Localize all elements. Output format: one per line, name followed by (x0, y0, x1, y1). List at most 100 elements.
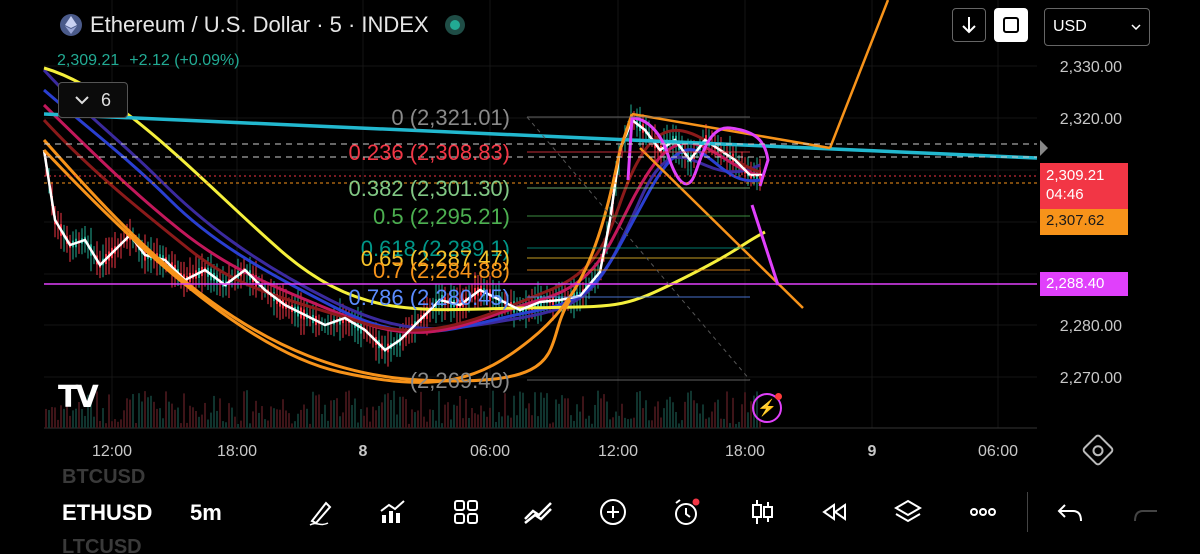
volume-bar (630, 418, 632, 428)
symbol-btcusd[interactable]: BTCUSD (62, 466, 145, 489)
volume-bar (111, 421, 113, 428)
axis-arrow-icon[interactable] (1040, 140, 1048, 156)
time-axis-label: 18:00 (725, 443, 765, 460)
volume-bar (243, 391, 245, 428)
volume-bar (402, 396, 404, 428)
volume-bar (93, 416, 95, 428)
volume-bar (378, 405, 380, 428)
volume-bar (105, 423, 107, 428)
volume-bar (567, 398, 569, 428)
volume-bar (522, 392, 524, 428)
undo-icon[interactable] (1052, 494, 1088, 530)
symbol-title[interactable]: Ethereum / U.S. Dollar · 5 · INDEX (60, 12, 465, 38)
volume-bar (624, 417, 626, 428)
volume-bar (651, 420, 653, 428)
volume-bar (513, 395, 515, 428)
timeframe-button[interactable]: 5m (190, 500, 222, 526)
redo-icon[interactable] (1128, 494, 1164, 530)
volume-bar (525, 408, 527, 428)
symbol-ltcusd[interactable]: LTCUSD (62, 536, 142, 554)
volume-bar (237, 423, 239, 428)
volume-bar (228, 403, 230, 428)
compare-icon[interactable] (520, 494, 556, 530)
templates-icon[interactable] (448, 494, 484, 530)
time-axis-label: 12:00 (92, 443, 132, 460)
volume-bar (339, 416, 341, 428)
volume-bar (204, 402, 206, 428)
volume-bar (369, 421, 371, 428)
volume-bar (432, 409, 434, 428)
volume-bar (687, 392, 689, 428)
chevron-down-icon (1131, 24, 1141, 30)
volume-bar (726, 391, 728, 428)
download-button[interactable] (952, 8, 986, 42)
volume-bar (57, 419, 59, 428)
volume-bar (303, 404, 305, 428)
volume-bar (693, 400, 695, 428)
time-axis-label: 18:00 (217, 443, 257, 460)
chart-type-icon[interactable] (744, 494, 780, 530)
volume-bar (564, 398, 566, 428)
volume-bar (462, 418, 464, 428)
price-chart[interactable]: 0 (2,321.01) 0.236 (2,308.83) 0.382 (2,301… (0, 0, 1200, 470)
volume-bar (450, 419, 452, 428)
volume-bar (399, 396, 401, 428)
volume-bar (507, 415, 509, 428)
volume-bar (501, 416, 503, 428)
volume-bar (408, 423, 410, 428)
volume-bar (498, 412, 500, 428)
volume-bar (558, 403, 560, 428)
volume-bar (117, 421, 119, 428)
volume-bar (84, 415, 86, 428)
volume-bar (510, 417, 512, 428)
volume-bar (153, 401, 155, 428)
volume-bar (177, 407, 179, 428)
volume-bar (744, 392, 746, 428)
volume-bar (393, 390, 395, 428)
fullscreen-icon (1003, 17, 1019, 33)
layers-icon[interactable] (890, 494, 926, 530)
volume-bar (735, 423, 737, 428)
volume-bar (678, 423, 680, 428)
volume-bar (579, 411, 581, 428)
symbol-ethusd[interactable]: ETHUSD (62, 500, 152, 526)
drawing-tools-icon[interactable] (303, 494, 339, 530)
volume-bar (546, 393, 548, 428)
volume-bar (213, 395, 215, 428)
volume-bar (279, 409, 281, 428)
more-icon[interactable] (965, 494, 1001, 530)
volume-bar (582, 396, 584, 428)
fib-level-label: (2,269.40) (410, 368, 510, 393)
volume-bar (648, 420, 650, 428)
price-axis-label: 2,320.00 (1060, 111, 1122, 128)
add-icon[interactable] (595, 494, 631, 530)
replay-icon[interactable] (817, 494, 853, 530)
volume-bar (315, 395, 317, 428)
volume-bar (246, 390, 248, 428)
fib-level-label: 0 (2,321.01) (391, 105, 510, 130)
volume-bar (159, 408, 161, 428)
fib-level-label: 0.5 (2,295.21) (373, 204, 510, 229)
volume-bar (390, 400, 392, 428)
volume-bar (633, 417, 635, 428)
volume-bar (108, 394, 110, 428)
tradingview-logo: TV (58, 380, 99, 415)
volume-bar (669, 396, 671, 428)
volume-bar (654, 406, 656, 428)
volume-bar (387, 393, 389, 428)
volume-bar (459, 396, 461, 428)
volume-bar (444, 404, 446, 428)
volume-bar (129, 399, 131, 428)
indicators-collapse-button[interactable]: 6 (58, 82, 128, 118)
indicators-icon[interactable] (374, 494, 410, 530)
volume-bar (162, 418, 164, 428)
fullscreen-button[interactable] (994, 8, 1028, 42)
currency-select[interactable]: USD (1044, 8, 1150, 46)
volume-bar (384, 394, 386, 428)
chart-area[interactable]: 0 (2,321.01) 0.236 (2,308.83) 0.382 (2,301… (0, 0, 1200, 470)
alert-icon[interactable] (668, 494, 704, 530)
volume-bar (441, 423, 443, 428)
volume-bar (120, 419, 122, 428)
lightning-alert-icon[interactable]: ⚡ (752, 393, 782, 423)
volume-bar (363, 415, 365, 428)
